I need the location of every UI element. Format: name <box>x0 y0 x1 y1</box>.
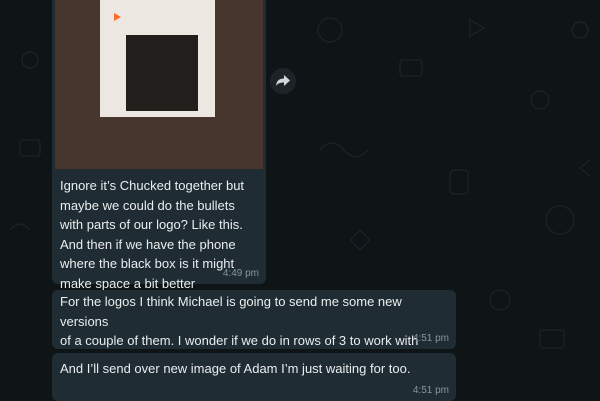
message-bubble-text[interactable]: And I’ll send over new image of Adam I’m… <box>52 353 456 401</box>
forward-icon <box>276 75 290 86</box>
orange-marker <box>114 13 121 21</box>
message-text: And I’ll send over new image of Adam I’m… <box>60 361 411 376</box>
forward-button[interactable] <box>270 68 296 94</box>
timestamp: 4:51 pm <box>412 333 449 344</box>
timestamp: 4:51 pm <box>412 385 449 396</box>
message-bubble-text[interactable]: For the logos I think Michael is going t… <box>52 290 456 368</box>
message-bubble-image[interactable]: Ignore it’s Chucked together but maybe w… <box>52 0 266 291</box>
attached-image[interactable] <box>55 0 263 169</box>
timestamp: 4:49 pm <box>222 268 259 279</box>
image-paper <box>100 0 215 117</box>
black-box <box>126 35 198 111</box>
